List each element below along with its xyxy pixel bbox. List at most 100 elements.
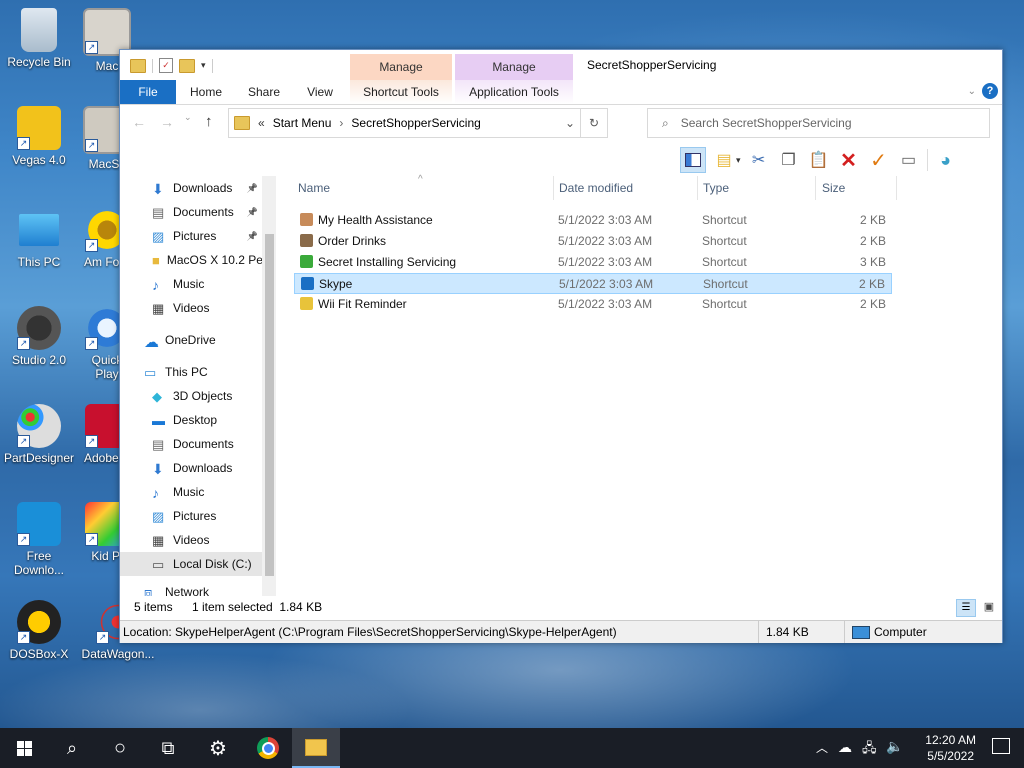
nav-item-label: This PC xyxy=(165,365,208,379)
column-size[interactable]: Size xyxy=(822,176,892,200)
tab-application-tools[interactable]: Application Tools xyxy=(455,80,573,104)
nav-item[interactable]: ♪ Music xyxy=(120,480,262,504)
start-windows-icon[interactable] xyxy=(0,728,48,768)
show-hidden-icons-chevron-icon[interactable]: ︿ xyxy=(816,739,828,756)
network-icon[interactable]: 🖧 xyxy=(862,739,877,761)
preview-pane-icon[interactable] xyxy=(680,147,706,173)
search-input[interactable]: Search SecretShopperServicing xyxy=(681,116,852,130)
action-center-icon[interactable] xyxy=(992,738,1010,754)
nav-item[interactable]: ▭ This PC xyxy=(120,360,262,384)
nav-item[interactable]: ▤ Documents 📌 xyxy=(120,200,262,224)
file-explorer-taskbar-icon[interactable] xyxy=(292,728,340,768)
system-clock[interactable]: 12:20 AM 5/5/2022 xyxy=(925,732,976,764)
details-view-icon[interactable]: ☰ xyxy=(956,599,976,617)
rename-icon[interactable]: ▭ xyxy=(897,148,921,172)
help-icon[interactable]: ? xyxy=(982,83,998,99)
nav-item[interactable]: ▦ Videos xyxy=(120,528,262,552)
folder-options-dropdown-icon[interactable]: ▾ xyxy=(736,155,741,166)
cut-icon[interactable]: ✂ xyxy=(747,148,771,172)
refresh-icon[interactable]: ↻ xyxy=(580,109,607,137)
nav-item[interactable]: ⬇ Downloads xyxy=(120,456,262,480)
file-list[interactable]: ^ Name Date modified Type Size My Health… xyxy=(290,174,1002,596)
nav-item[interactable]: ♪ Music xyxy=(120,272,262,296)
large-icons-view-icon[interactable]: ▣ xyxy=(980,599,998,615)
globe-icon[interactable]: ◕ xyxy=(934,148,958,172)
desktop-icon-recycle-bin[interactable]: Recycle Bin xyxy=(1,8,77,69)
up-arrow-icon[interactable]: ↑ xyxy=(205,113,213,130)
paste-icon[interactable]: 📋 xyxy=(807,148,831,172)
customize-qat-icon[interactable]: ▾ xyxy=(201,60,206,71)
forward-arrow-icon[interactable]: → xyxy=(160,114,174,130)
column-name[interactable]: Name xyxy=(298,176,553,200)
desktop-icon-vegas[interactable]: ↗ Vegas 4.0 xyxy=(1,106,77,167)
tab-file[interactable]: File xyxy=(120,80,176,104)
nav-item[interactable]: ▦ Videos xyxy=(120,296,262,320)
tab-shortcut-tools[interactable]: Shortcut Tools xyxy=(350,80,452,104)
cortana-circle-icon[interactable]: ○ xyxy=(96,728,144,768)
file-name: Secret Installing Servicing xyxy=(318,255,457,269)
title-bar[interactable]: ✓ ▾ Manage Manage SecretShopperServicing xyxy=(120,50,1002,80)
address-overflow[interactable]: « xyxy=(258,116,265,130)
task-view-icon[interactable]: ⧉ xyxy=(144,728,192,768)
column-divider[interactable] xyxy=(553,176,554,200)
address-bar[interactable]: « Start Menu › SecretShopperServicing ⌄ … xyxy=(228,108,608,138)
zone-text: Computer xyxy=(874,625,927,639)
column-divider[interactable] xyxy=(815,176,816,200)
new-folder-icon[interactable] xyxy=(179,58,195,73)
nav-item[interactable]: ⬇ Downloads 📌 xyxy=(120,176,262,200)
computer-monitor-icon xyxy=(19,214,59,246)
nav-item[interactable]: ▤ Documents xyxy=(120,432,262,456)
file-row[interactable]: My Health Assistance 5/1/2022 3:03 AM Shor… xyxy=(294,210,892,231)
desktop-icon-this-pc[interactable]: This PC xyxy=(1,208,77,269)
copy-icon[interactable]: ❐ xyxy=(777,148,801,172)
tab-home[interactable]: Home xyxy=(180,80,232,104)
folder-options-icon[interactable]: ▤ xyxy=(712,148,736,172)
nav-item-label: MacOS X 10.2 Pe xyxy=(166,253,263,267)
file-explorer-window[interactable]: ✓ ▾ Manage Manage SecretShopperServicing… xyxy=(119,49,1003,643)
nav-item[interactable]: ▭ Local Disk (C:) xyxy=(120,552,262,576)
nav-item[interactable]: ▨ Pictures xyxy=(120,504,262,528)
column-date-modified[interactable]: Date modified xyxy=(559,176,697,200)
desktop-icon-free-download[interactable]: ↗ Free Downlo... xyxy=(1,502,77,577)
file-row[interactable]: Secret Installing Servicing 5/1/2022 3:03… xyxy=(294,252,892,273)
desktop-icon-studio[interactable]: ↗ Studio 2.0 xyxy=(1,306,77,367)
breadcrumb-chevron-icon[interactable]: › xyxy=(339,116,343,130)
address-dropdown-icon[interactable]: ⌄ xyxy=(565,116,575,130)
nav-scrollbar-thumb[interactable] xyxy=(265,234,274,576)
nav-item[interactable]: ■ MacOS X 10.2 Pe xyxy=(120,248,263,272)
properties-icon[interactable]: ✓ xyxy=(159,58,173,73)
onedrive-cloud-icon[interactable]: ☁ xyxy=(838,739,852,756)
folder-icon[interactable] xyxy=(130,58,146,73)
column-divider[interactable] xyxy=(697,176,698,200)
delete-icon[interactable]: ✕ xyxy=(837,148,861,172)
chrome-icon[interactable] xyxy=(244,728,292,768)
expand-ribbon-icon[interactable]: ⌄ xyxy=(968,86,976,97)
breadcrumb-secretshopperservicing[interactable]: SecretShopperServicing xyxy=(351,116,480,130)
nav-item[interactable]: ⧈ Network xyxy=(120,580,262,596)
back-arrow-icon[interactable]: ← xyxy=(132,114,146,130)
nav-item[interactable]: ◆ 3D Objects xyxy=(120,384,262,408)
tab-share[interactable]: Share xyxy=(238,80,290,104)
search-box[interactable]: ⌕ Search SecretShopperServicing xyxy=(647,108,990,138)
nav-scrollbar[interactable] xyxy=(262,176,276,596)
settings-gear-icon[interactable]: ⚙ xyxy=(194,728,242,768)
nav-item[interactable]: ▬ Desktop xyxy=(120,408,262,432)
desktop-icon-dosbox[interactable]: ↗ DOSBox-X xyxy=(1,600,77,661)
navigation-pane[interactable]: ⬇ Downloads 📌 ▤ Documents 📌 ▨ Pictures 📌 ■ MacOS X… xyxy=(120,176,277,596)
desktop-icon-partdesigner[interactable]: ↗ PartDesigner xyxy=(1,404,77,465)
clock-time: 12:20 AM xyxy=(925,733,976,747)
properties-check-icon[interactable]: ✓ xyxy=(867,148,891,172)
column-divider[interactable] xyxy=(896,176,897,200)
file-row[interactable]: Order Drinks 5/1/2022 3:03 AM Shortcut 2 KB xyxy=(294,231,892,252)
column-type[interactable]: Type xyxy=(703,176,815,200)
nav-item[interactable]: ☁ OneDrive xyxy=(120,328,262,352)
toolbar-divider xyxy=(926,149,928,171)
file-row[interactable]: Wii Fit Reminder 5/1/2022 3:03 AM Shortcut… xyxy=(294,294,892,315)
breadcrumb-start-menu[interactable]: Start Menu xyxy=(273,116,332,130)
volume-icon[interactable]: 🔈 xyxy=(886,738,903,755)
recent-locations-icon[interactable]: ⌄ xyxy=(184,112,192,123)
tab-view[interactable]: View xyxy=(296,80,344,104)
file-row[interactable]: Skype 5/1/2022 3:03 AM Shortcut 2 KB xyxy=(294,273,892,294)
search-icon[interactable]: ⌕ xyxy=(48,728,96,768)
nav-item[interactable]: ▨ Pictures 📌 xyxy=(120,224,262,248)
